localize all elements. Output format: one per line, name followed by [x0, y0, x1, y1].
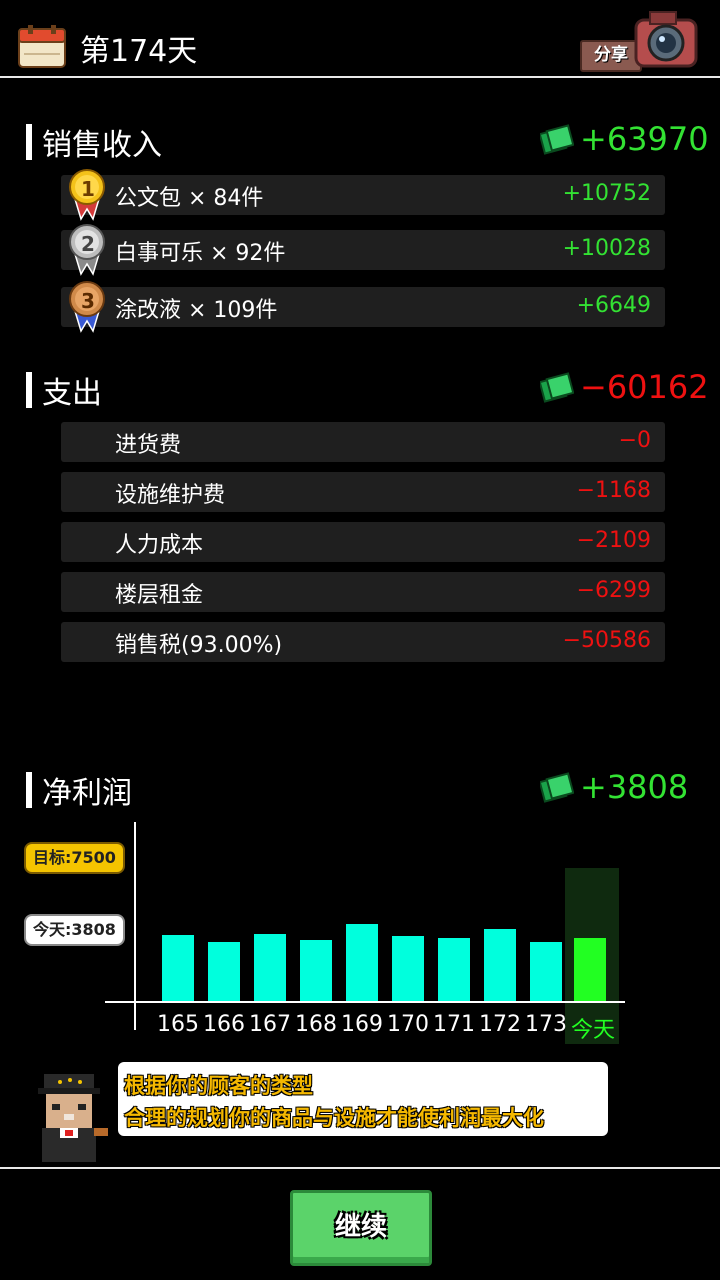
sales-title-text: 销售收入: [42, 128, 162, 163]
chart-bar: [484, 929, 516, 1001]
rank-number: 1: [81, 177, 95, 201]
sales-total: +63970: [540, 120, 709, 158]
chart-bar: [208, 942, 240, 1001]
today-badge: 今天:3808: [24, 914, 125, 946]
share-button[interactable]: 分享: [580, 8, 700, 72]
x-tick-label: 167: [249, 1012, 291, 1037]
chart-bar: [574, 938, 606, 1001]
tip-bubble: 根据你的顾客的类型 合理的规划你的商品与设施才能使利润最大化: [118, 1062, 608, 1136]
rank-number: 3: [81, 289, 95, 313]
expense-total-value: −60162: [580, 368, 709, 406]
expense-section-title: 支出: [26, 368, 102, 412]
x-tick-label: 今天: [571, 1018, 616, 1043]
x-tick-label: 171: [433, 1012, 475, 1037]
calendar-icon: [18, 25, 66, 68]
chart-bar: [254, 934, 286, 1001]
expense-item-label: 楼层租金: [115, 583, 204, 608]
expense-item-value: −0: [618, 428, 651, 453]
money-icon: [540, 124, 574, 155]
chart-bar: [530, 942, 562, 1001]
chart-y-axis: [134, 822, 136, 1030]
expense-row: 设施维护费 −1168: [61, 472, 665, 512]
expense-row: 进货费 −0: [61, 422, 665, 462]
sales-row: 3 涂改液 × 109件 +6649: [61, 281, 665, 333]
sales-section-title: 销售收入: [26, 120, 162, 164]
profit-total-value: +3808: [580, 768, 689, 806]
expense-item-label: 销售税(93.00%): [115, 633, 283, 658]
profit-section-title: 净利润: [26, 768, 132, 812]
sales-item-value: +10752: [562, 181, 651, 206]
sales-item-label: 公文包 × 84件: [115, 186, 264, 211]
tip-line-1: 根据你的顾客的类型: [124, 1074, 313, 1098]
expense-title-text: 支出: [42, 376, 102, 411]
chart-bar: [392, 936, 424, 1001]
chart-x-axis: [105, 1001, 625, 1003]
chart-bar: [346, 924, 378, 1001]
x-tick-label: 170: [387, 1012, 429, 1037]
expense-item-value: −50586: [562, 628, 651, 653]
target-badge: 目标:7500: [24, 842, 125, 874]
expense-row: 销售税(93.00%) −50586: [61, 622, 665, 662]
expense-item-value: −6299: [576, 578, 651, 603]
profit-title-text: 净利润: [42, 776, 132, 811]
sales-item-value: +10028: [562, 236, 651, 261]
sales-item-value: +6649: [576, 293, 651, 318]
section-marker: [26, 124, 32, 160]
day-title: 第174天: [80, 34, 198, 69]
x-tick-label: 166: [203, 1012, 245, 1037]
footer-divider: [0, 1167, 720, 1169]
chart-bar: [162, 935, 194, 1001]
expense-item-label: 人力成本: [115, 533, 204, 558]
continue-button[interactable]: 继续: [290, 1190, 432, 1266]
section-marker: [26, 372, 32, 408]
expense-item-value: −1168: [576, 478, 651, 503]
expense-item-label: 进货费: [115, 433, 182, 458]
expense-total: −60162: [540, 368, 709, 406]
expense-row: 人力成本 −2109: [61, 522, 665, 562]
x-tick-label: 168: [295, 1012, 337, 1037]
x-tick-label: 169: [341, 1012, 383, 1037]
expense-item-value: −2109: [576, 528, 651, 553]
sales-row: 1 公文包 × 84件 +10752: [61, 169, 665, 221]
continue-label: 继续: [334, 1212, 387, 1242]
sales-total-value: +63970: [580, 120, 709, 158]
sales-item-label: 涂改液 × 109件: [115, 298, 278, 323]
x-tick-label: 165: [157, 1012, 199, 1037]
expense-item-label: 设施维护费: [115, 483, 226, 508]
money-icon: [540, 372, 574, 403]
sales-row: 2 白事可乐 × 92件 +10028: [61, 224, 665, 276]
x-tick-label: 172: [479, 1012, 521, 1037]
chart-bar: [438, 938, 470, 1001]
rank-number: 2: [81, 232, 95, 256]
section-marker: [26, 772, 32, 808]
x-tick-label: 173: [525, 1012, 567, 1037]
money-icon: [540, 772, 574, 803]
expense-row: 楼层租金 −6299: [61, 572, 665, 612]
profit-total: +3808: [540, 768, 688, 806]
manager-cat-icon: [38, 1074, 108, 1162]
tip-line-2: 合理的规划你的商品与设施才能使利润最大化: [124, 1106, 544, 1130]
camera-icon: [634, 11, 698, 68]
sales-item-label: 白事可乐 × 92件: [115, 241, 286, 266]
chart-bar: [300, 940, 332, 1001]
